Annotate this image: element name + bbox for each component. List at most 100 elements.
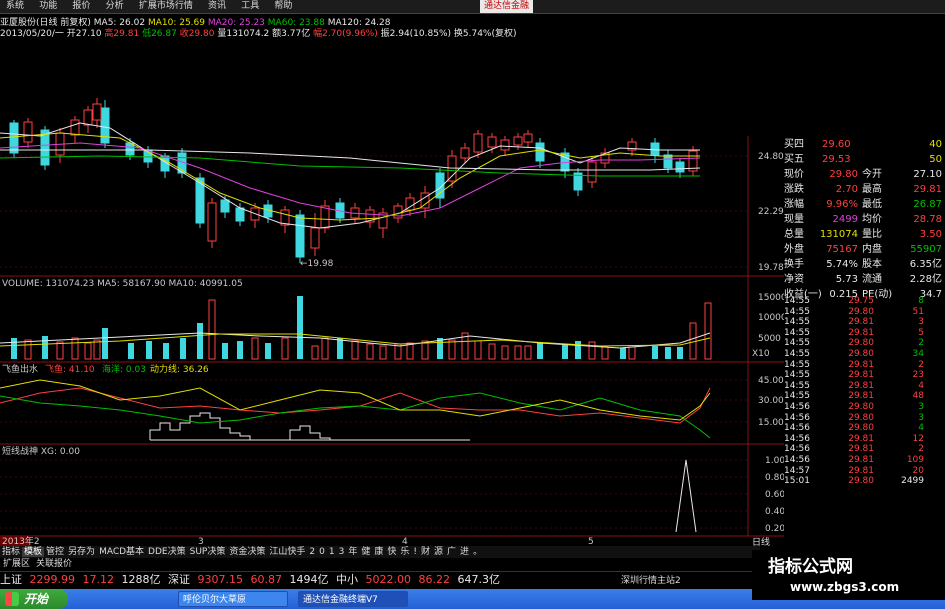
tab-indicator[interactable]: 指标	[0, 547, 22, 557]
tab-char[interactable]: 康	[372, 547, 385, 557]
volume-tick-3: 5000	[758, 334, 781, 344]
sme-amount: 647.3亿	[457, 573, 501, 586]
ind2-tick-4: 0.40	[765, 507, 784, 517]
tab-char[interactable]: !	[411, 547, 419, 557]
tab-char[interactable]: 进	[458, 547, 471, 557]
menu-function[interactable]: 功能	[33, 0, 63, 13]
quote-row-change: 涨跌 2.70 最高 29.81	[784, 184, 942, 195]
ind2-tick-2: 0.80	[765, 473, 784, 483]
watermark-title: 指标公式网	[768, 557, 853, 577]
tab-char[interactable]: 健	[359, 547, 372, 557]
tick-row: 14:55 29.75 8	[784, 296, 924, 306]
kline-chart-area[interactable]: 24.80 22.29 19.78 ←19.98 VOLUME: 131074.…	[0, 38, 784, 546]
sh-change: 17.12	[82, 573, 115, 586]
ind1-value-c: 动力线: 36.26	[150, 363, 209, 375]
tab-char[interactable]: 2	[307, 547, 317, 557]
quote-row-turnover: 换手 5.74% 股本 6.35亿	[784, 259, 942, 270]
sz-label: 深证	[168, 573, 190, 586]
quote-row-outer: 外盘 75167 内盘 55907	[784, 244, 942, 255]
date-axis-mar: 3	[198, 537, 204, 546]
ind1-tick-2: 30.00	[758, 396, 784, 406]
brand-tag: 通达信金融	[479, 0, 533, 13]
tab-char[interactable]: 源	[432, 547, 445, 557]
menu-help[interactable]: 帮助	[268, 0, 298, 13]
ind2-header: 短线战神 XG: 0.00	[2, 445, 80, 457]
xg-signal-line	[675, 459, 697, 533]
tab-capital[interactable]: 资金决策	[227, 547, 267, 557]
tab-char[interactable]: 快	[385, 547, 398, 557]
related-quote-tab[interactable]: 关联报价	[33, 559, 75, 569]
ind2-tick-1: 1.00	[765, 456, 784, 466]
ext-area-tab[interactable]: 扩展区	[0, 559, 33, 569]
sz-index: 9307.15	[197, 573, 244, 586]
tick-row: 14:56 29.80 3	[784, 412, 924, 423]
tab-jiangshan[interactable]: 江山快手	[267, 547, 307, 557]
ind1-value-a: 飞鱼: 41.10	[45, 363, 95, 375]
tab-char[interactable]: 。	[471, 547, 484, 557]
tick-row: 14:55 29.80 34	[784, 348, 924, 359]
windows-logo-icon	[5, 592, 19, 606]
tab-macd[interactable]: MACD基本	[97, 547, 146, 557]
tab-template[interactable]: 模板	[22, 547, 45, 557]
menu-bar: 系统 功能 报价 分析 扩展市场行情 资讯 工具 帮助	[0, 0, 945, 14]
menu-news[interactable]: 资讯	[202, 0, 232, 13]
bottom-tab-bar: 指标 模板 管控 另存为 MACD基本 DDE决策 SUP决策 资金决策 江山快手 2 0 1 3 年健康…	[0, 546, 760, 558]
price-tick-3: 19.78	[758, 263, 784, 273]
tick-trade-list[interactable]: 14:55 29.75 8 14:55 29.80 51 14:55 29.81 3 14:…	[784, 296, 944, 487]
tab-char[interactable]: 3	[337, 547, 347, 557]
start-button[interactable]: 开始	[0, 589, 68, 609]
volume-tick-1: 15000	[758, 293, 784, 303]
ind1-value-b: 海洋: 0.03	[102, 363, 146, 375]
watermark-url: www.zbgs3.com	[790, 580, 900, 594]
menu-analysis[interactable]: 分析	[100, 0, 130, 13]
tab-char[interactable]: 1	[327, 547, 337, 557]
tick-row: 14:57 29.81 20	[784, 465, 924, 476]
sh-index: 2299.99	[29, 573, 76, 586]
tick-row: 14:55 29.80 51	[784, 306, 924, 317]
tick-row: 15:01 29.80 2499	[784, 476, 924, 487]
tick-row: 14:55 29.81 4	[784, 380, 924, 391]
ind2-tick-5: 0.20	[765, 524, 784, 534]
tick-row: 14:55 29.81 48	[784, 391, 924, 402]
quote-panel: 买四 29.60 40 买五 29.53 50 现价 29.80 今开 27.10 涨跌 2.7…	[784, 137, 944, 302]
tick-row: 14:55 29.81 3	[784, 317, 924, 328]
extension-bar: 扩展区 关联报价	[0, 558, 75, 570]
sz-change: 60.87	[250, 573, 283, 586]
menu-tools[interactable]: 工具	[235, 0, 265, 13]
tab-char[interactable]: 乐	[398, 547, 411, 557]
tab-save-as[interactable]: 另存为	[66, 547, 97, 557]
candlesticks	[9, 98, 698, 263]
quote-row-bid4: 买四 29.60 40	[784, 139, 942, 150]
tab-control[interactable]: 管控	[44, 547, 66, 557]
tick-row: 14:56 29.80 4	[784, 423, 924, 434]
quote-row-last: 现价 29.80 今开 27.10	[784, 169, 942, 180]
low-price-marker: ←19.98	[300, 259, 334, 269]
menu-extended-market[interactable]: 扩展市场行情	[133, 0, 199, 13]
ind2-tick-3: 0.60	[765, 490, 784, 500]
tick-row: 14:55 29.81 23	[784, 370, 924, 381]
quote-row-curvol: 现量 2499 均价 28.78	[784, 214, 942, 225]
taskbar-item-tdx[interactable]: 通达信金融终端V7	[298, 591, 408, 607]
tick-row: 14:56 29.81 2	[784, 444, 924, 455]
volume-unit: X10	[752, 349, 770, 359]
tab-sup[interactable]: SUP决策	[188, 547, 228, 557]
tick-row: 14:55 29.81 2	[784, 359, 924, 370]
tab-char[interactable]: 广	[445, 547, 458, 557]
quote-row-pct: 涨幅 9.96% 最低 26.87	[784, 199, 942, 210]
tab-char[interactable]: 年	[346, 547, 359, 557]
sz-amount: 1494亿	[289, 573, 329, 586]
taskbar-item-browser[interactable]: 呼伦贝尔大草原	[178, 591, 288, 607]
ind1-tick-1: 45.00	[758, 376, 784, 386]
date-axis-may: 5	[588, 537, 594, 546]
tab-char[interactable]: 0	[317, 547, 327, 557]
tick-row: 14:56 29.81 109	[784, 454, 924, 465]
tab-char[interactable]: 财	[419, 547, 432, 557]
volume-tick-2: 10000	[758, 313, 784, 323]
sh-label: 上证	[0, 573, 22, 586]
tick-row: 14:55 29.81 5	[784, 327, 924, 338]
date-axis-start: 2013年2	[2, 535, 40, 546]
menu-quote[interactable]: 报价	[66, 0, 96, 13]
menu-system[interactable]: 系统	[0, 0, 30, 13]
quote-row-bid5: 买五 29.53 50	[784, 154, 942, 165]
tab-dde[interactable]: DDE决策	[146, 547, 188, 557]
